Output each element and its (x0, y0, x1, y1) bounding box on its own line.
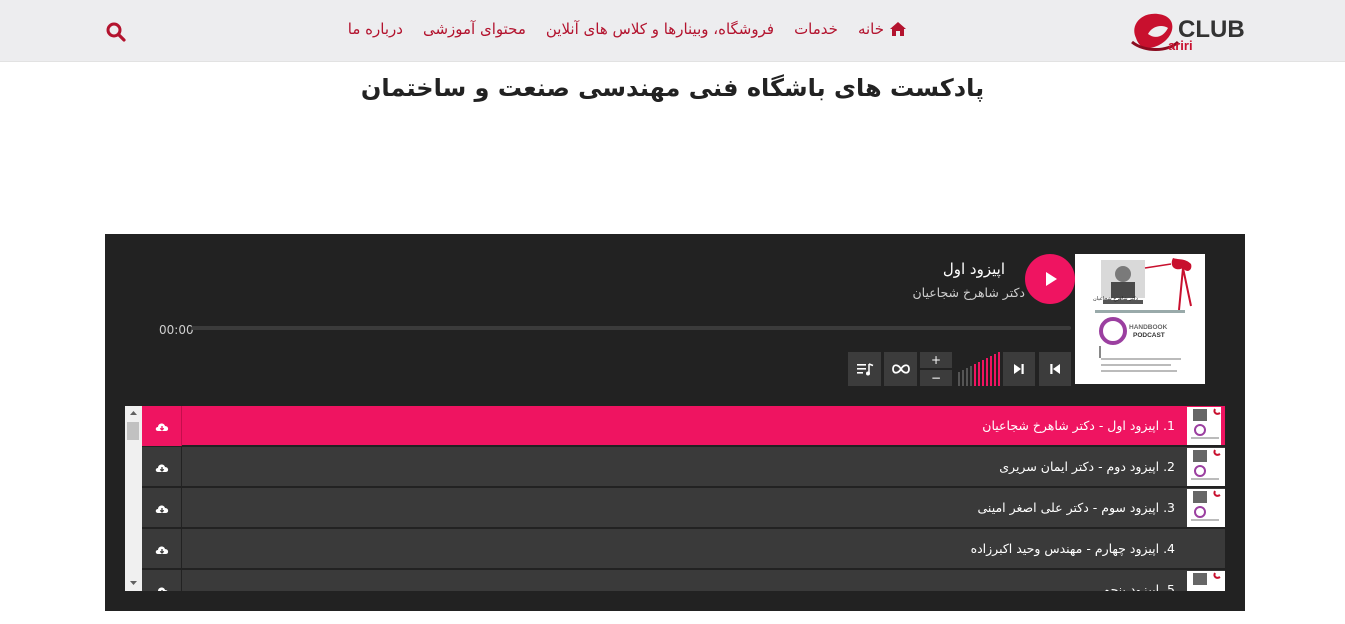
playlist-toggle-button[interactable] (848, 352, 881, 386)
audio-player: دکتر شاهرخ شجاعیان HANDBOOK PODCAST اپیز… (105, 234, 1245, 611)
playlist-item-thumbnail (1187, 448, 1225, 486)
loop-icon (891, 364, 910, 374)
track-artist: دکتر شاهرخ شجاعیان (912, 285, 1025, 300)
download-button[interactable] (142, 529, 182, 569)
cover-badge-line2: PODCAST (1133, 332, 1165, 339)
playlist-item-label: 4. اپیزود چهارم - مهندس وحید اکبرزاده (970, 541, 1175, 556)
download-button[interactable] (142, 570, 182, 591)
cloud-download-icon (155, 463, 168, 472)
playlist-item[interactable]: 5. اپیزود پنجم (142, 570, 1225, 591)
next-button[interactable] (1003, 352, 1035, 386)
site-header: CLUB ariri خانه خدمات فروشگاه، وبینارها … (0, 0, 1345, 62)
playlist-item-label: 1. اپیزود اول - دکتر شاهرخ شجاعیان (982, 418, 1175, 433)
cover-image (1075, 254, 1205, 384)
play-icon (1046, 272, 1057, 286)
previous-icon (1050, 364, 1060, 374)
playlist: 1. اپیزود اول - دکتر شاهرخ شجاعیان 2. اپ… (125, 406, 1225, 591)
site-logo[interactable]: CLUB ariri (1128, 8, 1245, 54)
volume-bars (958, 352, 1000, 386)
playlist-item[interactable]: 2. اپیزود دوم - دکتر ایمان سریری (142, 447, 1225, 487)
nav-shop-label: فروشگاه، وبینارها و کلاس های آنلاین (545, 20, 775, 38)
main-nav: خانه خدمات فروشگاه، وبینارها و کلاس های … (328, 20, 907, 38)
loop-button[interactable] (884, 352, 917, 386)
nav-home-label: خانه (857, 20, 884, 38)
cloud-download-icon (155, 422, 168, 431)
logo-subtext: ariri (1168, 38, 1193, 53)
play-button[interactable] (1025, 254, 1075, 304)
scroll-down-icon (130, 581, 137, 585)
volume-down-label: − (930, 371, 942, 385)
playlist-scrollbar[interactable] (125, 406, 142, 591)
nav-about[interactable]: درباره ما (348, 20, 403, 38)
playlist-icon (856, 363, 873, 376)
volume-meter[interactable] (957, 352, 1001, 386)
download-button[interactable] (142, 406, 182, 446)
time-readout: 00:00 (159, 323, 194, 337)
scrollbar-thumb[interactable] (127, 422, 139, 440)
playlist-item-label: 2. اپیزود دوم - دکتر ایمان سریری (999, 459, 1175, 474)
cloud-download-icon (155, 545, 168, 554)
cloud-download-icon (156, 587, 168, 591)
volume-up-button[interactable]: + (920, 352, 952, 368)
previous-button[interactable] (1039, 352, 1071, 386)
next-icon (1014, 364, 1024, 374)
nav-shop[interactable]: فروشگاه، وبینارها و کلاس های آنلاین (546, 20, 774, 38)
scroll-up-icon (130, 411, 137, 415)
cover-badge-line1: HANDBOOK (1129, 324, 1168, 331)
download-button[interactable] (142, 447, 182, 487)
page-title: پادکست های باشگاه فنی مهندسی صنعت و ساخت… (360, 74, 985, 102)
cover-art: دکتر شاهرخ شجاعیان HANDBOOK PODCAST (1075, 254, 1205, 384)
volume-up-label: + (930, 353, 942, 367)
search-button[interactable] (105, 21, 127, 43)
progress-bar[interactable] (191, 326, 1071, 330)
playlist-item-label: 3. اپیزود سوم - دکتر علی اصغر امینی (977, 500, 1176, 515)
nav-content-label: محتوای آموزشی (422, 20, 526, 38)
track-title: اپیزود اول (942, 260, 1005, 278)
nav-home[interactable]: خانه (858, 20, 907, 38)
playlist-item[interactable]: 1. اپیزود اول - دکتر شاهرخ شجاعیان (142, 406, 1225, 446)
home-icon (890, 22, 906, 36)
nav-content[interactable]: محتوای آموزشی (423, 20, 526, 38)
nav-services[interactable]: خدمات (794, 20, 838, 38)
download-button[interactable] (142, 488, 182, 528)
cloud-download-icon (155, 504, 168, 513)
playlist-item-thumbnail (1187, 407, 1225, 445)
volume-down-button[interactable]: − (920, 370, 952, 386)
playlist-item[interactable]: 4. اپیزود چهارم - مهندس وحید اکبرزاده (142, 529, 1225, 569)
nav-about-label: درباره ما (347, 20, 403, 38)
nav-services-label: خدمات (794, 20, 838, 38)
playlist-item-label: 5. اپیزود پنجم (1102, 582, 1175, 591)
playlist-item-thumbnail (1187, 571, 1225, 591)
search-icon (106, 22, 126, 42)
playlist-item[interactable]: 3. اپیزود سوم - دکتر علی اصغر امینی (142, 488, 1225, 528)
cover-name: دکتر شاهرخ شجاعیان (1093, 296, 1139, 302)
playlist-item-thumbnail (1187, 489, 1225, 527)
